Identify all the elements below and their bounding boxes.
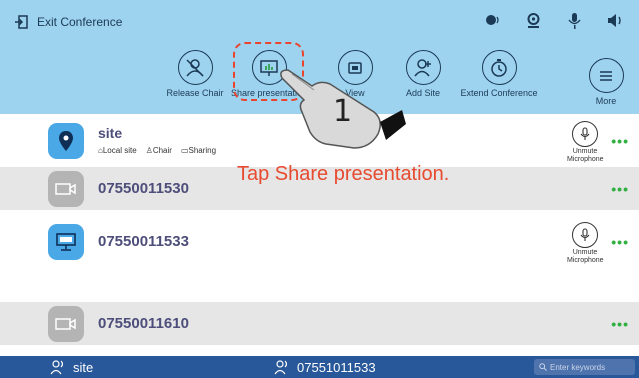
more-options-icon[interactable]: •••: [611, 316, 629, 332]
unmute-microphone-label: Unmute Microphone: [567, 249, 604, 264]
volume-icon[interactable]: [606, 11, 625, 30]
speaker-name: site: [73, 359, 94, 375]
site-avatar: [48, 123, 84, 159]
more-options-icon[interactable]: •••: [611, 133, 629, 149]
exit-icon: [15, 15, 28, 29]
speaker-icon: [274, 360, 288, 375]
site-avatar: [48, 224, 84, 260]
speaker-name: 07551011533: [297, 359, 376, 375]
top-bar: Exit Conference: [0, 0, 639, 43]
search-icon: [539, 363, 547, 371]
search-input[interactable]: Enter keywords: [534, 359, 635, 375]
extend-conference-button[interactable]: Extend Conference: [450, 50, 548, 98]
add-site-icon: [414, 58, 431, 76]
exit-conference-label: Exit Conference: [37, 15, 123, 29]
menu-icon: [600, 70, 612, 81]
speaker-item: 07551011533: [274, 359, 376, 375]
speaker-volume-icon[interactable]: [483, 11, 502, 30]
speaker-item: site: [50, 359, 93, 375]
microphone-icon: [580, 127, 590, 140]
more-options-icon[interactable]: •••: [611, 234, 629, 250]
site-name: site: [98, 125, 123, 141]
unmute-microphone-button[interactable]: Unmute Microphone: [567, 121, 604, 164]
search-placeholder: Enter keywords: [550, 362, 606, 372]
site-avatar: [48, 171, 84, 207]
chair-label: Chair: [152, 146, 172, 155]
microphone-icon[interactable]: [565, 11, 584, 30]
camera-icon[interactable]: [524, 11, 543, 30]
location-pin-icon: [59, 131, 73, 151]
site-avatar: [48, 306, 84, 342]
more-button[interactable]: More: [574, 50, 638, 106]
site-number: 07550011533: [98, 233, 189, 250]
local-site-tag: ⌂Local site: [98, 146, 137, 155]
unmute-microphone-label: Unmute Microphone: [567, 148, 604, 163]
more-options-icon[interactable]: •••: [611, 181, 629, 197]
release-chair-icon: [186, 58, 204, 77]
microphone-icon: [580, 228, 590, 241]
video-camera-icon: [55, 183, 76, 195]
site-row[interactable]: 07550011610 •••: [0, 302, 639, 345]
monitor-icon: [56, 233, 76, 251]
sharing-label: Sharing: [188, 146, 217, 155]
timer-icon: [491, 58, 507, 77]
extend-conference-label: Extend Conference: [460, 88, 538, 98]
speaker-icon: [50, 360, 64, 375]
video-camera-icon: [55, 318, 76, 330]
unmute-microphone-button[interactable]: Unmute Microphone: [567, 222, 604, 265]
speaking-bar: site 07551011533 Enter keywords: [0, 356, 639, 378]
instruction-caption: Tap Share presentation.: [237, 163, 450, 185]
local-site-label: Local site: [102, 146, 137, 155]
exit-conference-button[interactable]: Exit Conference: [14, 12, 122, 32]
site-number: 07550011610: [98, 315, 189, 332]
site-number: 07550011530: [98, 180, 189, 197]
sharing-tag: ▭Sharing: [180, 146, 217, 155]
more-label: More: [595, 96, 617, 106]
step-number: 1: [333, 94, 353, 129]
chair-tag: ♙Chair: [145, 146, 172, 155]
site-row[interactable]: 07550011533 Unmute Microphone •••: [0, 220, 639, 265]
